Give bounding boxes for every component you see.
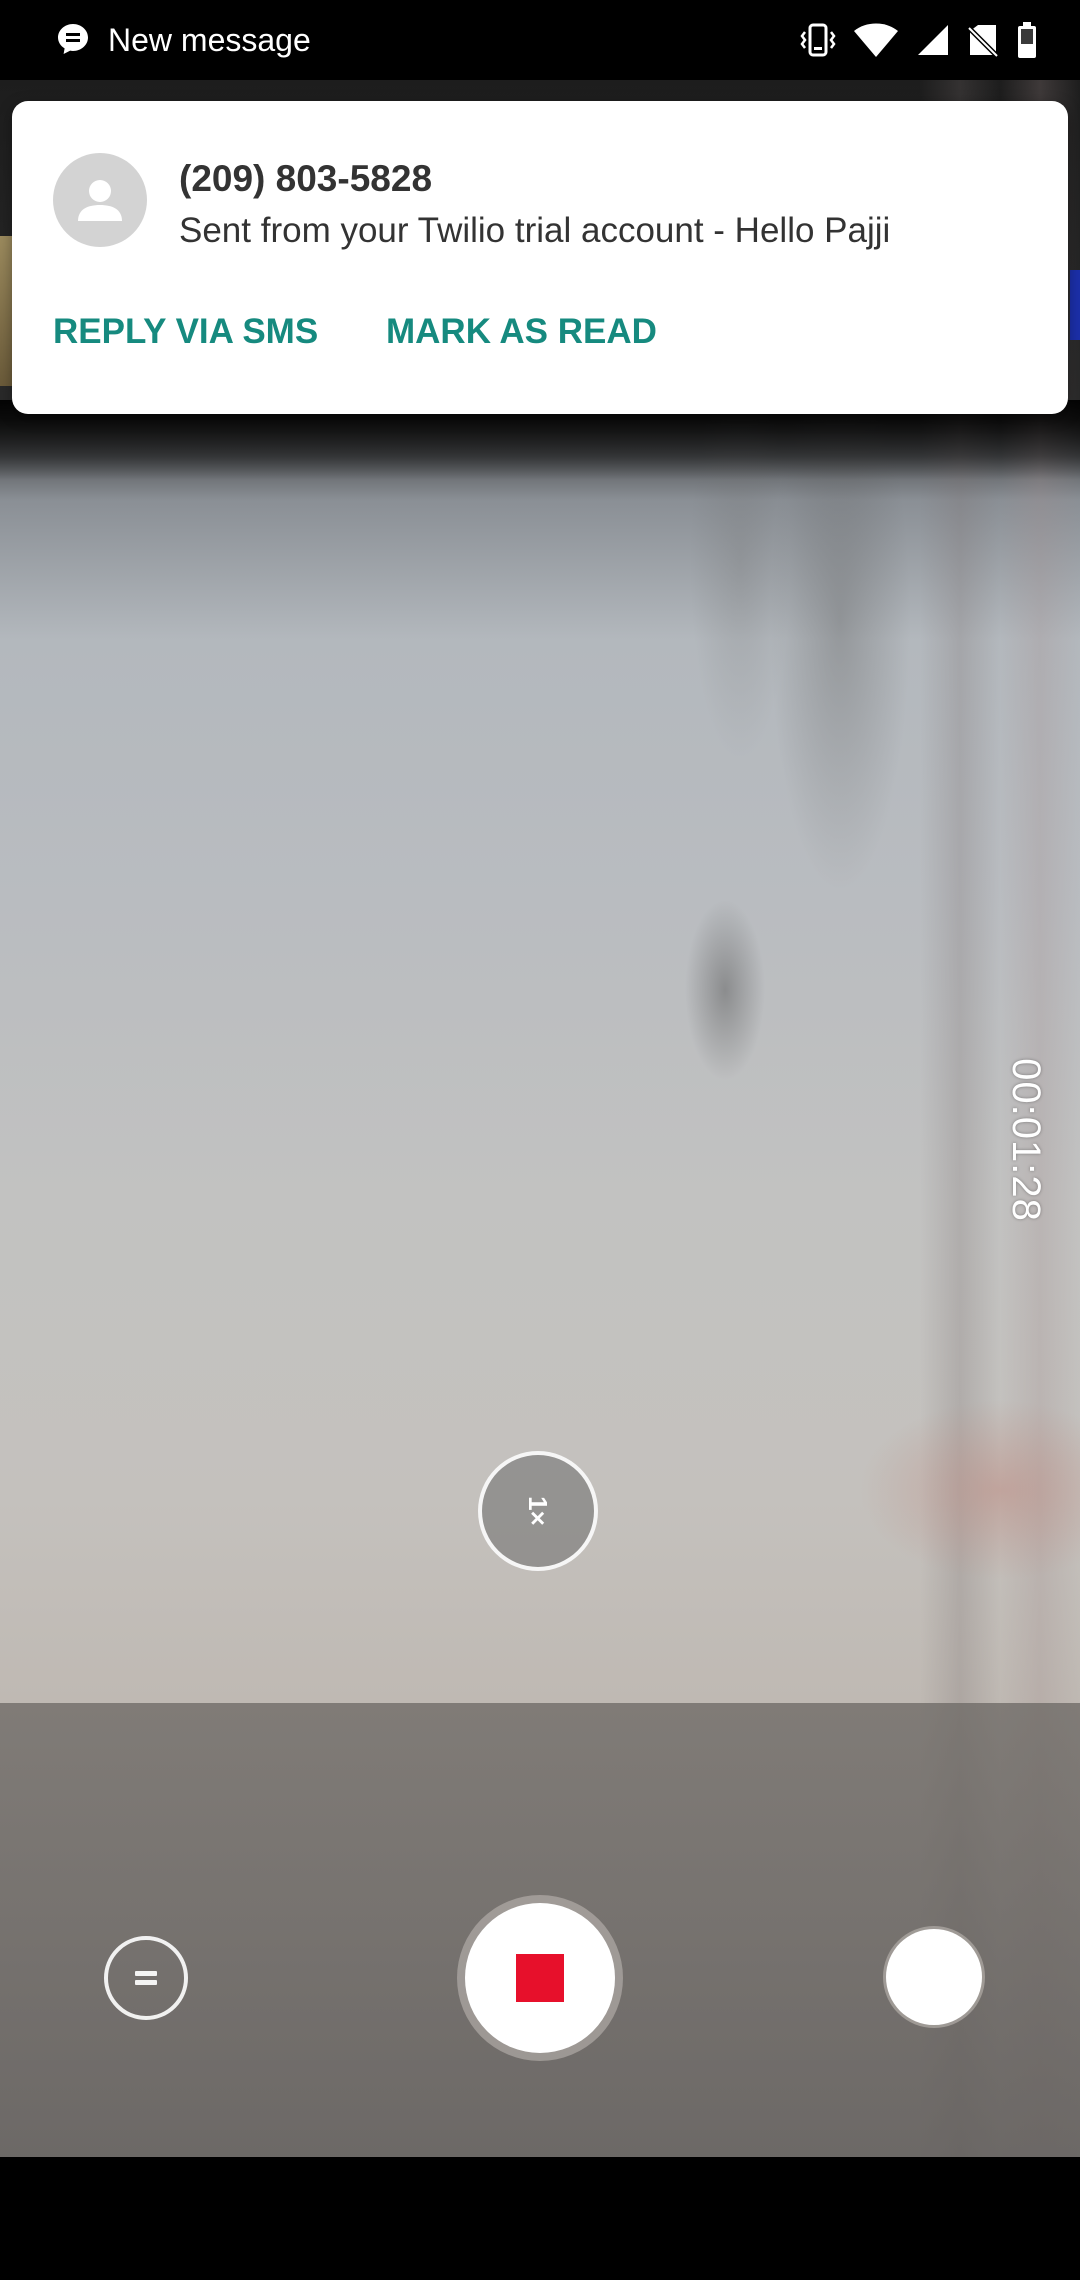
message-notification[interactable]: (209) 803-5828 Sent from your Twilio tri…: [12, 101, 1068, 414]
stop-icon: [516, 1954, 564, 2002]
no-sim-icon: [966, 21, 1000, 59]
pause-button[interactable]: [104, 1936, 188, 2020]
status-icons: [800, 20, 1038, 60]
recording-timer: 00:01:28: [1004, 1058, 1048, 1222]
zoom-button[interactable]: 1×: [478, 1451, 598, 1571]
pause-icon: [135, 1969, 157, 1987]
contact-avatar: [53, 153, 147, 247]
sender-number: (209) 803-5828: [179, 158, 433, 199]
signal-icon: [916, 21, 950, 59]
vibrate-icon: [800, 21, 836, 59]
battery-icon: [1016, 21, 1038, 59]
zoom-level: 1×: [523, 1496, 553, 1526]
message-body: Sent from your Twilio trial account - He…: [179, 211, 891, 250]
person-icon: [78, 180, 122, 221]
wifi-icon: [852, 21, 900, 59]
mark-as-read-button[interactable]: MARK AS READ: [386, 309, 657, 355]
navigation-bar: [0, 2157, 1080, 2280]
stop-recording-button[interactable]: [465, 1903, 615, 2053]
status-bar: New message: [0, 0, 1080, 80]
message-icon: [58, 24, 88, 54]
notification-title: New message: [108, 22, 311, 58]
viewfinder-right-object: [1070, 270, 1080, 340]
snapshot-button[interactable]: [886, 1929, 982, 2025]
reply-via-sms-button[interactable]: REPLY VIA SMS: [53, 309, 318, 355]
